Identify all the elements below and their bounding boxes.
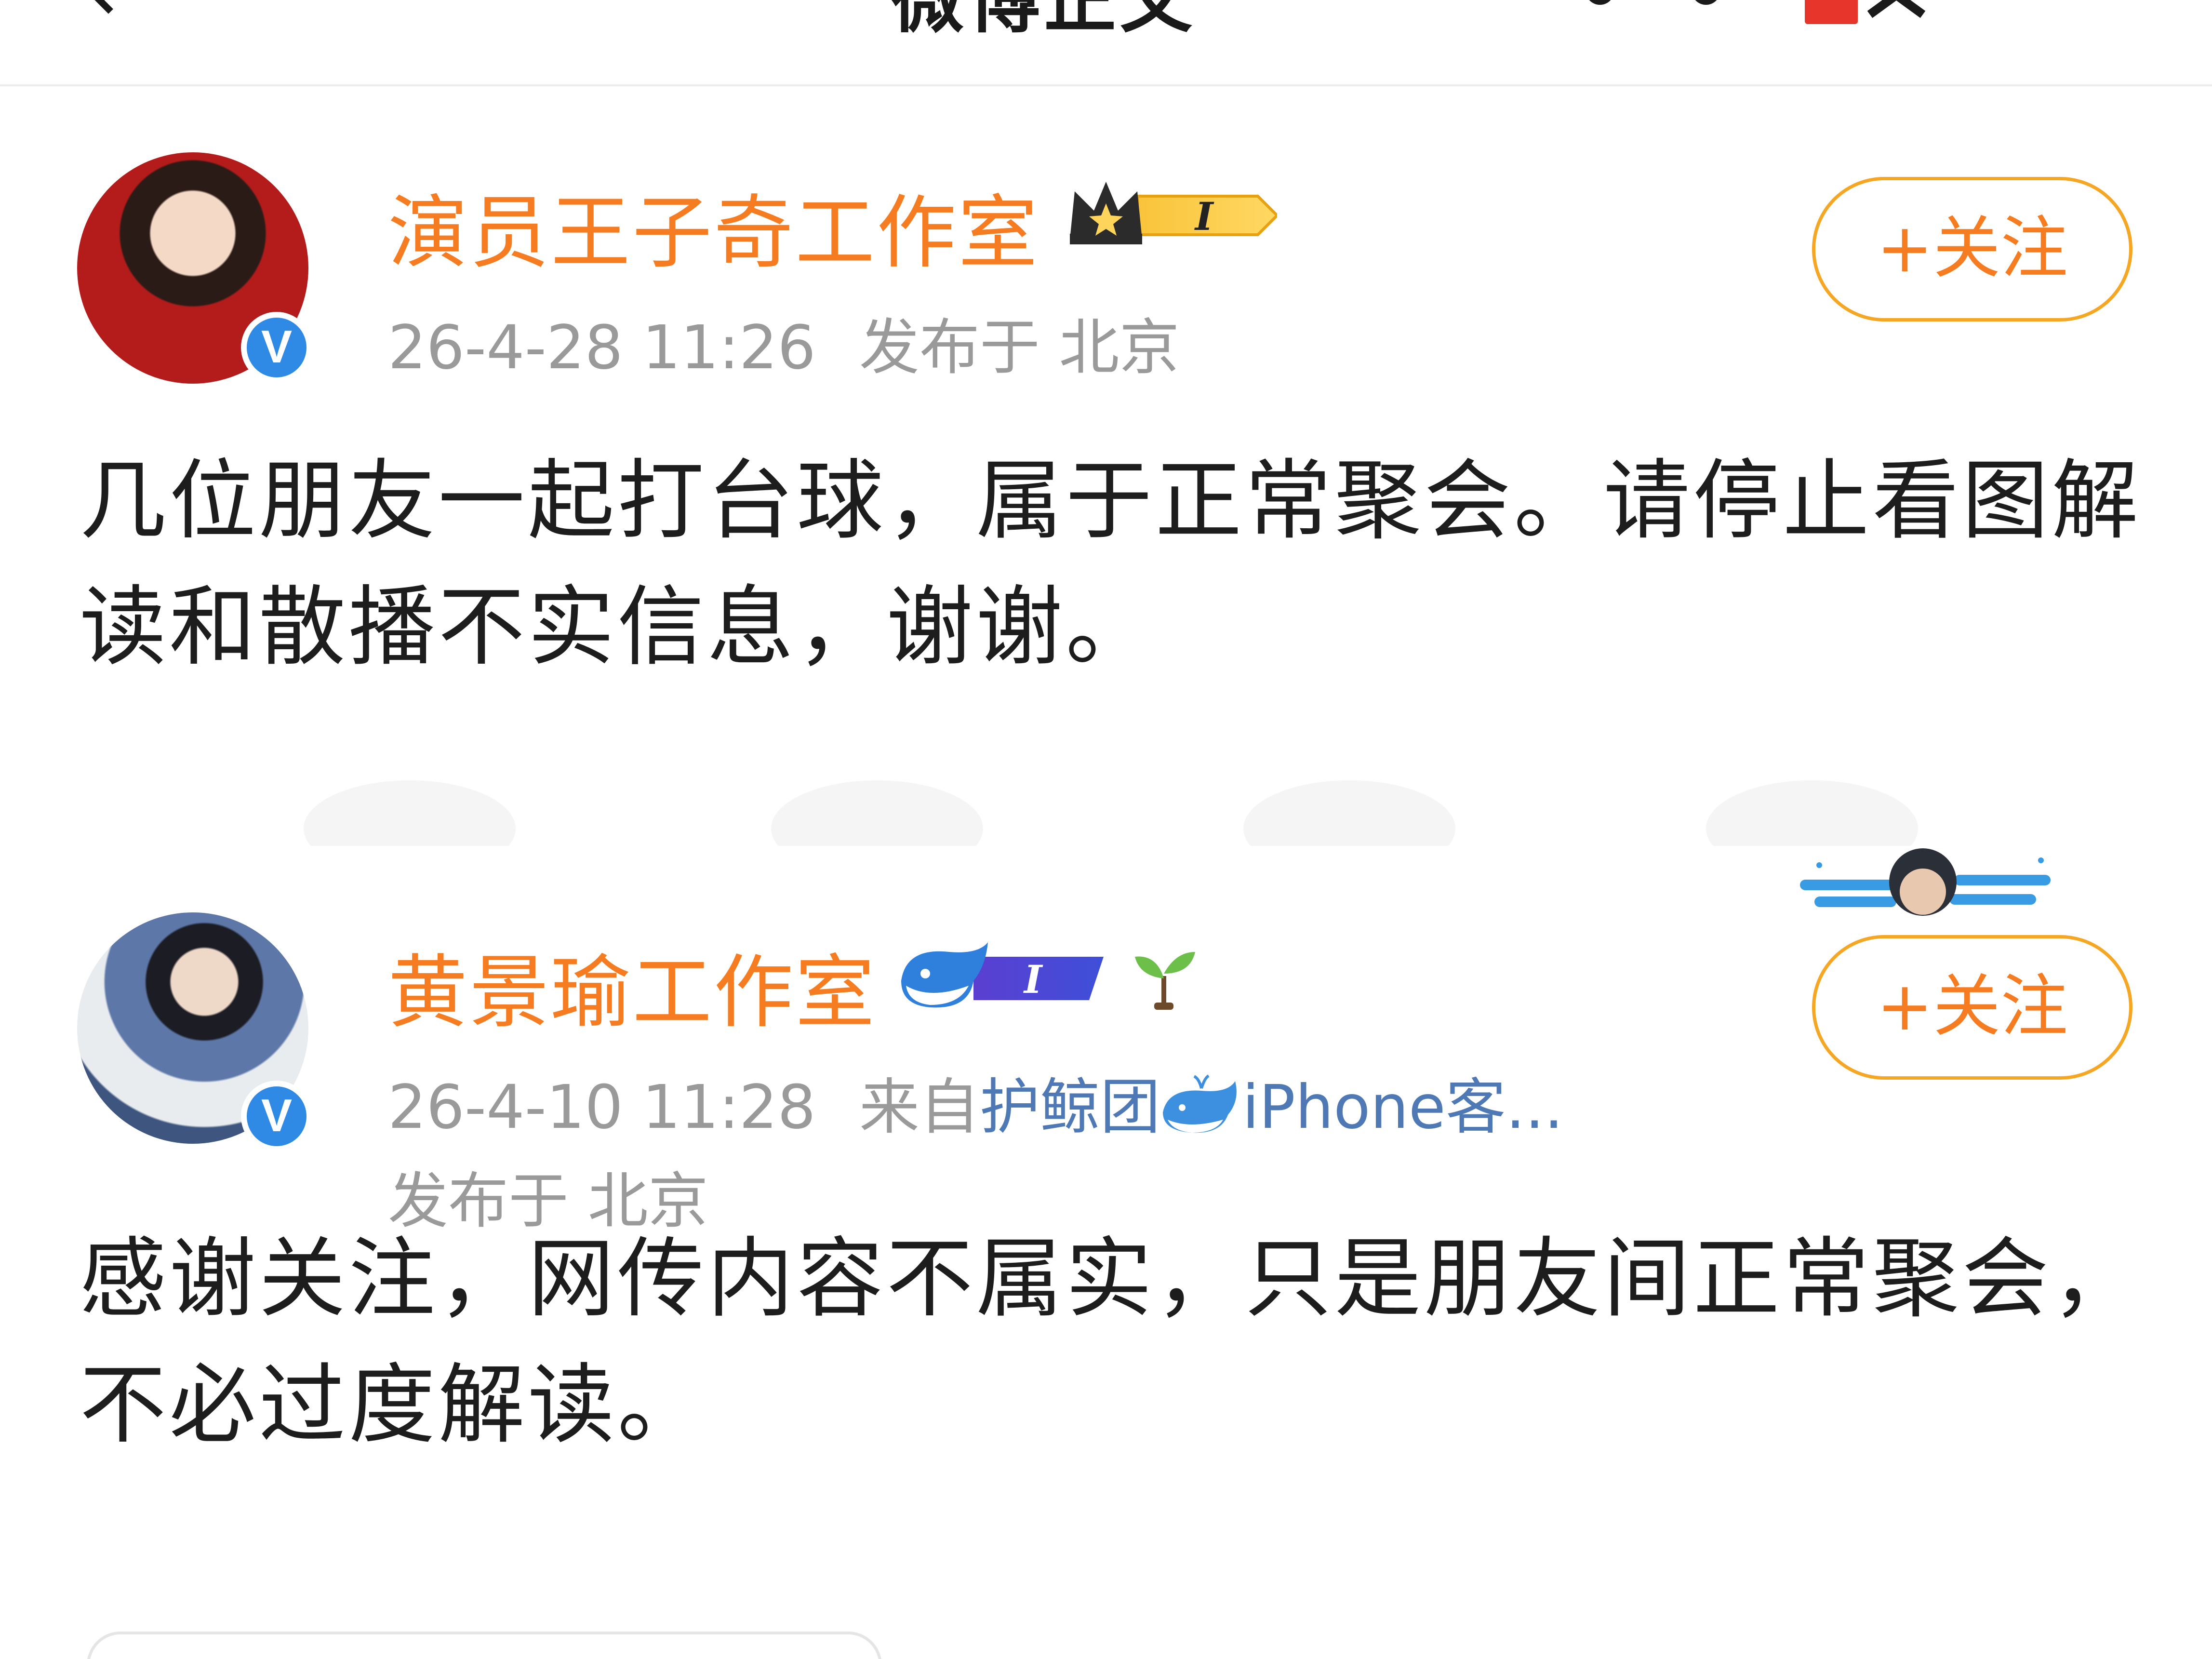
comment-box-hint[interactable] [87,1632,882,1659]
timestamp: 26-4-10 11:28 [388,1072,816,1142]
whale-icon [1162,1074,1237,1133]
feed-post: V 黄景瑜工作室 I 26-4-10 11:28 来自护鲸团 iPhone客..… [0,846,2212,1659]
notification-badge[interactable] [1805,0,1858,24]
weibo-post-page: 微博正文 V 演员王子奇工作室 I 26-4-28 11:26 发布于 北京 +… [0,0,2212,1659]
source-device[interactable]: iPhone客... [1242,1072,1563,1142]
location: 发布于 北京 [859,313,1180,383]
verified-badge-icon: V [241,312,312,383]
sprout-icon [1135,952,1195,1010]
follow-button[interactable]: +关注 [1812,177,2132,321]
source-prefix: 来自 [859,1072,980,1142]
page-title: 微博正文 [892,0,1197,43]
timestamp: 26-4-28 11:26 [388,313,816,383]
vip-whale-badge-icon[interactable]: I [896,937,1108,1015]
vip-crown-badge-icon[interactable]: I [1065,177,1277,254]
post-content: 感谢关注，网传内容不属实，只是朋友间正常聚会，不必过度解读。 [80,1229,2142,1456]
back-icon[interactable] [78,0,139,14]
top-nav-bar: 微博正文 [0,0,2212,86]
music-icon[interactable] [1581,0,1725,10]
username[interactable]: 演员王子奇工作室 [388,168,1039,283]
svg-text:I: I [1194,194,1214,239]
verified-badge-icon: V [241,1081,312,1152]
source-link[interactable]: 护鲸团 [980,1072,1160,1142]
svg-text:I: I [1023,957,1043,1002]
post-meta: 26-4-10 11:28 来自护鲸团 iPhone客... [388,1058,1563,1145]
close-icon[interactable] [1865,0,1928,19]
post-content: 几位朋友一起打台球，属于正常聚会。请停止看图解读和散播不实信息，谢谢。 [80,451,2142,678]
feed-post: V 演员王子奇工作室 I 26-4-28 11:26 发布于 北京 +关注 几位朋… [0,86,2212,932]
username[interactable]: 黄景瑜工作室 [388,928,877,1043]
follow-button[interactable]: +关注 [1812,935,2132,1080]
avatar-frame-decoration-icon [1800,848,2051,916]
post-meta: 26-4-28 11:26 发布于 北京 [388,298,1180,386]
